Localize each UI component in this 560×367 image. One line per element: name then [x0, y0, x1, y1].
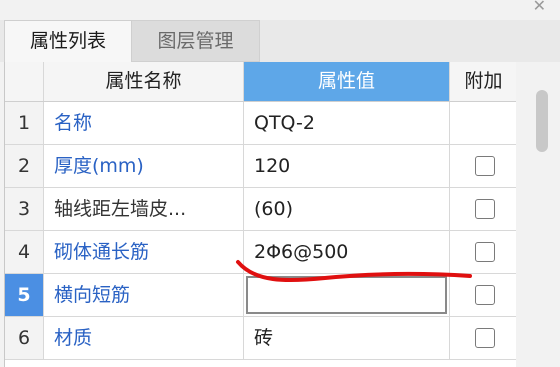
table-row[interactable]: 4 砌体通长筋 2Φ6@500 — [5, 231, 517, 274]
tab-property-list[interactable]: 属性列表 — [4, 20, 132, 62]
property-value[interactable]: 砖 — [244, 317, 450, 359]
extra-cell — [450, 188, 517, 230]
table-header: 属性名称 属性值 附加 — [5, 62, 517, 102]
property-name[interactable]: 材质 — [44, 317, 244, 359]
property-value-editor[interactable] — [244, 274, 450, 316]
extra-checkbox[interactable] — [475, 242, 495, 262]
property-name[interactable]: 轴线距左墙皮... — [44, 188, 244, 230]
property-value[interactable]: 120 — [244, 145, 450, 187]
property-name[interactable]: 名称 — [44, 102, 244, 144]
table-row[interactable]: 1 名称 QTQ-2 — [5, 102, 517, 145]
table-row[interactable]: 3 轴线距左墙皮... (60) — [5, 188, 517, 231]
table-row[interactable]: 2 厚度(mm) 120 — [5, 145, 517, 188]
extra-checkbox[interactable] — [475, 328, 495, 348]
row-index[interactable]: 2 — [5, 145, 44, 187]
row-index[interactable]: 4 — [5, 231, 44, 273]
property-value[interactable]: 2Φ6@500 — [244, 231, 450, 273]
column-header-name[interactable]: 属性名称 — [44, 62, 244, 101]
row-index[interactable]: 5 — [5, 274, 44, 316]
close-icon[interactable]: ✕ — [533, 0, 546, 14]
row-index[interactable]: 1 — [5, 102, 44, 144]
row-index[interactable]: 6 — [5, 317, 44, 359]
extra-cell — [450, 145, 517, 187]
extra-cell — [450, 231, 517, 273]
column-header-extra[interactable]: 附加 — [450, 62, 517, 101]
table-row[interactable]: 6 材质 砖 — [5, 317, 517, 360]
scrollbar-track[interactable] — [516, 62, 560, 367]
property-name[interactable]: 砌体通长筋 — [44, 231, 244, 273]
extra-checkbox[interactable] — [475, 199, 495, 219]
extra-checkbox[interactable] — [475, 285, 495, 305]
property-grid: 属性名称 属性值 附加 1 名称 QTQ-2 2 厚度(mm) 120 3 轴线… — [4, 62, 517, 367]
row-index[interactable]: 3 — [5, 188, 44, 230]
tab-layer-management[interactable]: 图层管理 — [132, 20, 260, 62]
extra-cell — [450, 102, 517, 144]
property-name[interactable]: 横向短筋 — [44, 274, 244, 316]
property-value[interactable]: QTQ-2 — [244, 102, 450, 144]
extra-checkbox[interactable] — [475, 156, 495, 176]
value-input[interactable] — [246, 276, 447, 314]
header-index-cell — [5, 62, 44, 101]
table-row-selected[interactable]: 5 横向短筋 — [5, 274, 517, 317]
property-value[interactable]: (60) — [244, 188, 450, 230]
tab-bar: 属性列表 图层管理 — [0, 20, 560, 62]
column-header-value[interactable]: 属性值 — [244, 62, 450, 101]
extra-cell — [450, 317, 517, 359]
property-name[interactable]: 厚度(mm) — [44, 145, 244, 187]
extra-cell — [450, 274, 517, 316]
scrollbar-thumb[interactable] — [536, 90, 548, 152]
